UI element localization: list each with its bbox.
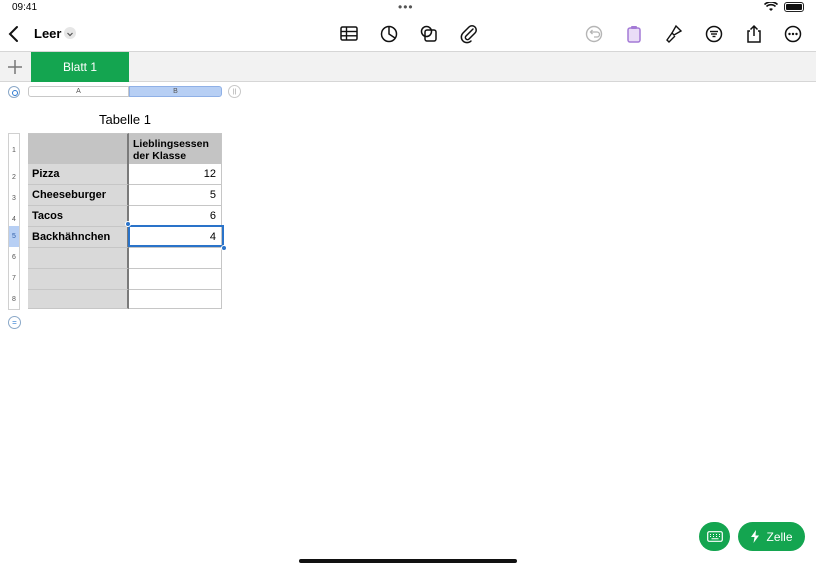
selection-handle-top-left[interactable] <box>125 221 131 227</box>
tab-blatt-1[interactable]: Blatt 1 <box>31 52 129 82</box>
status-icons <box>764 2 804 12</box>
toolbar: Leer <box>0 18 816 52</box>
shape-icon[interactable] <box>418 23 440 45</box>
chevron-down-icon[interactable] <box>64 27 76 39</box>
organize-icon[interactable] <box>703 23 725 45</box>
table-row-value[interactable] <box>129 269 222 290</box>
selection-handle-bottom-right[interactable] <box>221 245 227 251</box>
table-row-value[interactable] <box>129 248 222 269</box>
table-row-value[interactable]: 6 <box>129 206 222 227</box>
header-text-line1: Lieblingsessen <box>133 138 209 150</box>
format-brush-icon[interactable] <box>663 23 685 45</box>
row-header[interactable]: 2 <box>8 167 20 188</box>
document-title[interactable]: Leer <box>34 26 61 41</box>
table-row-label[interactable] <box>28 290 129 309</box>
keyboard-button[interactable] <box>699 522 730 551</box>
table-row-label[interactable]: Tacos <box>28 206 129 227</box>
row-header[interactable]: 3 <box>8 188 20 209</box>
table-title[interactable]: Tabelle 1 <box>28 112 222 127</box>
cell-selection-outline <box>128 225 224 247</box>
clipboard-icon[interactable] <box>623 23 645 45</box>
battery-icon <box>784 2 804 12</box>
table-row-label[interactable]: Pizza <box>28 164 129 185</box>
table-select-handle[interactable] <box>8 86 20 98</box>
multitasking-dots[interactable]: ••• <box>398 0 414 14</box>
add-column-handle[interactable]: || <box>228 85 241 98</box>
column-header-a[interactable]: A <box>28 86 129 97</box>
table-row-label[interactable] <box>28 269 129 290</box>
lightning-icon <box>751 530 760 543</box>
back-chevron-icon[interactable] <box>6 25 22 43</box>
plus-icon[interactable] <box>6 58 24 76</box>
table-row-label[interactable]: Backhähnchen <box>28 227 129 248</box>
chart-icon[interactable] <box>378 23 400 45</box>
header-text-line2: der Klasse <box>133 150 187 162</box>
column-header-b[interactable]: B <box>129 86 222 97</box>
home-indicator[interactable] <box>299 559 517 563</box>
sheet-bar: Blatt 1 <box>0 52 816 82</box>
row-header[interactable]: 8 <box>8 289 20 310</box>
row-header-selected[interactable]: 5 <box>8 226 20 247</box>
add-row-handle[interactable]: = <box>8 316 21 329</box>
row-header[interactable]: 6 <box>8 247 20 268</box>
status-time: 09:41 <box>12 2 38 13</box>
row-header[interactable]: 1 <box>8 133 20 167</box>
table-row-value[interactable] <box>129 290 222 309</box>
keyboard-icon <box>706 531 723 542</box>
table-icon[interactable] <box>338 23 360 45</box>
cell-button-label: Zelle <box>766 529 793 544</box>
undo-icon[interactable] <box>583 23 605 45</box>
table-row-value[interactable]: 12 <box>129 164 222 185</box>
table-row-label[interactable] <box>28 248 129 269</box>
table-row-value[interactable]: 5 <box>129 185 222 206</box>
attachment-icon[interactable] <box>458 23 480 45</box>
table-header-cell-a[interactable] <box>28 133 129 167</box>
cell-actions-button[interactable]: Zelle <box>738 522 805 551</box>
table-row-label[interactable]: Cheeseburger <box>28 185 129 206</box>
table-header-cell-b[interactable]: Lieblingsessen der Klasse <box>129 133 222 167</box>
wifi-icon <box>764 2 778 11</box>
row-header[interactable]: 7 <box>8 268 20 289</box>
more-icon[interactable] <box>782 23 804 45</box>
share-icon[interactable] <box>743 23 765 45</box>
